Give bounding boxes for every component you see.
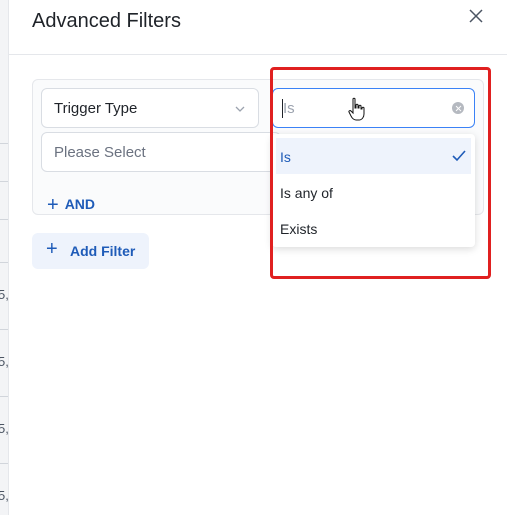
background-text: 5, (0, 354, 9, 369)
background-divider (0, 219, 8, 220)
operator-input-value: Is (283, 100, 295, 117)
dialog-header: Advanced Filters (9, 0, 507, 55)
advanced-filters-dialog: Advanced Filters Trigger Type Please Sel… (9, 0, 507, 515)
and-label: AND (64, 196, 96, 212)
option-label: Is any of (280, 185, 333, 201)
background-divider (0, 329, 8, 330)
option-label: Exists (280, 221, 318, 237)
check-icon (452, 150, 466, 162)
add-filter-label: Add Filter (70, 243, 136, 259)
operator-option-is[interactable]: Is (276, 138, 471, 174)
dialog-title: Advanced Filters (32, 10, 181, 32)
hand-pointer-icon (348, 97, 365, 121)
close-icon[interactable] (468, 8, 484, 24)
background-page-strip: 5, 5, 5, 5, (0, 0, 9, 515)
background-text: 5, (0, 287, 9, 302)
value-select[interactable]: Please Select (41, 132, 281, 172)
plus-icon: + (46, 238, 58, 260)
background-divider (0, 143, 8, 144)
plus-icon: + (47, 194, 59, 216)
background-divider (0, 396, 8, 397)
and-button[interactable]: + AND (47, 192, 96, 216)
operator-option-is-any-of[interactable]: Is any of (276, 174, 471, 210)
value-select-placeholder: Please Select (54, 144, 146, 161)
background-text: 5, (0, 488, 9, 503)
background-text: 5, (0, 421, 9, 436)
field-select-value: Trigger Type (54, 100, 138, 117)
chevron-down-icon (235, 106, 245, 112)
background-divider (0, 463, 8, 464)
field-select[interactable]: Trigger Type (41, 88, 259, 128)
background-divider (0, 181, 8, 182)
clear-icon[interactable] (452, 102, 464, 114)
option-label: Is (280, 149, 291, 165)
background-divider (0, 262, 8, 263)
add-filter-button[interactable]: + Add Filter (32, 233, 149, 269)
operator-dropdown: Is Is any of Exists (272, 134, 475, 247)
operator-search-input[interactable]: Is (272, 88, 475, 128)
operator-option-exists[interactable]: Exists (276, 210, 471, 246)
text-caret (282, 99, 283, 118)
